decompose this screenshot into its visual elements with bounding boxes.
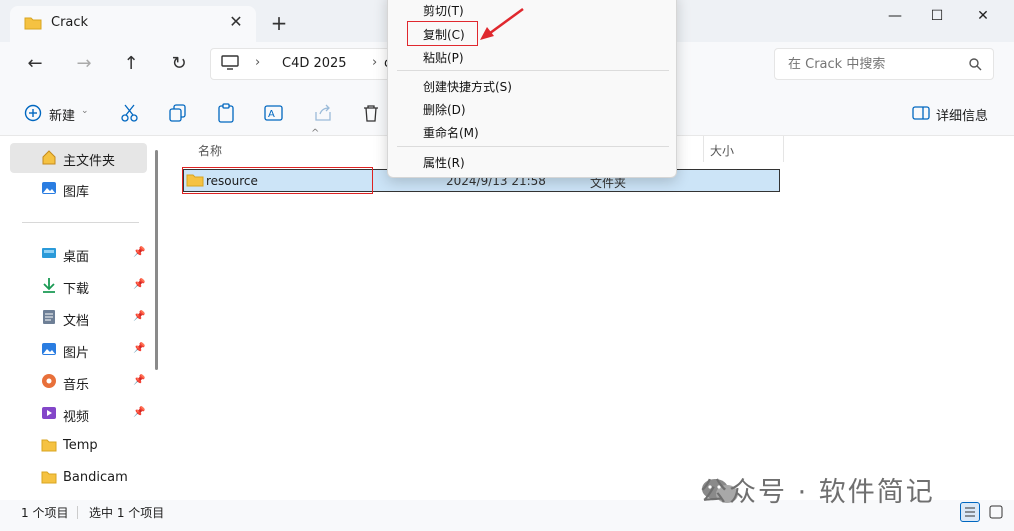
copy-annotation-box [407,21,478,46]
sidebar-item-label: Bandicam [63,470,128,485]
tiles-view-button[interactable] [986,502,1006,522]
sidebar-item-videos[interactable]: 视频 📌 [10,399,147,429]
menu-item-properties[interactable]: 属性(R) [423,154,465,171]
svg-text:A: A [268,109,275,120]
details-button[interactable]: 详细信息 [936,105,988,124]
sidebar-item-label: 主文件夹 [63,154,116,169]
details-view-button[interactable] [960,502,980,522]
breadcrumb-separator-icon: › [255,55,261,70]
computer-icon [221,55,239,70]
sidebar-item-desktop[interactable]: 桌面 📌 [10,239,147,269]
pin-icon[interactable]: 📌 [133,407,145,418]
search-input[interactable] [774,48,994,80]
sidebar-item-label: 图库 [63,185,90,200]
music-icon [42,374,56,388]
tiles-view-icon [989,505,1003,519]
sidebar-item-gallery[interactable]: 图库 [10,174,147,204]
back-button[interactable]: ← [21,52,49,76]
folder-icon [41,439,57,452]
gallery-icon [42,182,56,194]
sidebar-item-label: 下载 [63,282,90,297]
share-icon[interactable] [313,103,333,123]
tab-close-icon[interactable]: ✕ [226,12,246,32]
watermark-text: 公众号 · 软件简记 [700,477,935,508]
home-icon [42,150,56,165]
rename-icon[interactable]: A [264,103,284,123]
sidebar-item-bandicam[interactable]: Bandicam [10,463,147,493]
video-icon [42,407,56,419]
delete-icon[interactable] [361,103,381,123]
refresh-button[interactable]: ↻ [165,52,193,76]
status-selected-count: 选中 1 个项目 [89,506,165,520]
breadcrumb-c4d-2025[interactable]: C4D 2025 [282,56,347,71]
menu-item-cut[interactable]: 剪切(T) [423,2,464,19]
new-icon [24,104,42,122]
sidebar-item-home[interactable]: 主文件夹 [10,143,147,173]
chevron-down-icon[interactable]: ⌄ [81,106,89,116]
cut-icon[interactable] [120,103,140,123]
pin-icon[interactable]: 📌 [133,311,145,322]
sidebar-item-music[interactable]: 音乐 📌 [10,367,147,397]
details-view-icon [965,507,975,517]
breadcrumb-separator-icon: › [372,55,378,70]
sidebar-item-temp[interactable]: Temp [10,431,147,461]
annotation-arrow-icon [480,7,524,40]
sidebar-scrollbar[interactable] [155,150,158,370]
status-divider [77,506,78,519]
column-header-size[interactable]: 大小 [710,142,734,159]
sort-ascending-icon: ^ [311,128,320,139]
pin-icon[interactable]: 📌 [133,343,145,354]
sidebar-item-label: 桌面 [63,250,90,265]
sidebar-item-label: 视频 [63,410,90,425]
tab-crack[interactable] [10,6,256,42]
maximize-button[interactable]: ☐ [922,6,952,26]
menu-divider [397,146,669,147]
sidebar-item-label: 音乐 [63,378,90,393]
menu-divider [397,70,669,71]
close-window-button[interactable]: ✕ [968,6,998,26]
sidebar-item-label: 图片 [63,346,90,361]
new-tab-button[interactable]: + [268,12,290,34]
sidebar-item-label: Temp [63,438,98,453]
sidebar-divider [22,222,139,223]
status-item-count: 1 个项目 [21,506,69,520]
sidebar-item-downloads[interactable]: 下载 📌 [10,271,147,301]
search-icon[interactable] [968,57,982,71]
pin-icon[interactable]: 📌 [133,247,145,258]
folder-icon [41,471,57,484]
selection-annotation-box [182,167,373,194]
new-button[interactable]: 新建 [49,105,75,124]
sidebar-item-label: 文档 [63,314,90,329]
desktop-icon [42,248,56,258]
picture-icon [42,343,56,355]
menu-item-paste[interactable]: 粘贴(P) [423,49,464,66]
tab-title: Crack [51,15,89,30]
pin-icon[interactable]: 📌 [133,375,145,386]
document-icon [43,310,55,324]
download-icon [43,278,55,293]
pin-icon[interactable]: 📌 [133,279,145,290]
menu-item-delete[interactable]: 删除(D) [423,101,466,118]
folder-icon [24,17,42,30]
sidebar-item-pictures[interactable]: 图片 📌 [10,335,147,365]
minimize-button[interactable]: — [880,6,910,26]
details-pane-icon [912,106,930,120]
paste-icon[interactable] [216,103,236,123]
copy-icon[interactable] [168,103,188,123]
menu-item-create-shortcut[interactable]: 创建快捷方式(S) [423,78,512,95]
column-header-name[interactable]: 名称 [198,142,222,159]
up-button[interactable]: ↑ [117,52,145,76]
menu-item-rename[interactable]: 重命名(M) [423,124,479,141]
column-divider[interactable] [703,136,704,162]
sidebar-item-documents[interactable]: 文档 📌 [10,303,147,333]
column-divider[interactable] [783,136,784,162]
forward-button[interactable]: → [70,52,98,76]
